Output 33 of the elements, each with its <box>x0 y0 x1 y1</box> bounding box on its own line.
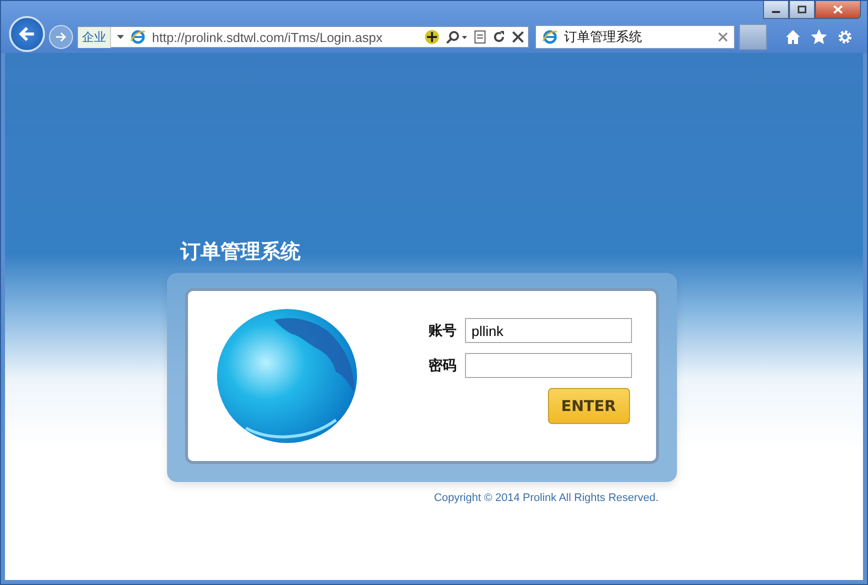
refresh-icon[interactable] <box>492 30 506 44</box>
close-button[interactable] <box>815 1 861 19</box>
maximize-icon <box>797 5 807 14</box>
copyright-text: Copyright © 2014 Prolink All Rights Reserved. <box>434 492 658 504</box>
close-icon <box>833 5 843 14</box>
tab-title: 订单管理系统 <box>564 28 643 46</box>
input-field[interactable] <box>464 353 632 378</box>
star-icon[interactable] <box>811 29 827 45</box>
maximize-button[interactable] <box>789 1 815 19</box>
address-bar[interactable]: 企业 http://prolink.sdtwl.com/iTms/Login.aspx <box>77 26 529 48</box>
browser-tab[interactable]: 订单管理系统 <box>535 25 735 49</box>
arrow-right-icon <box>55 32 67 42</box>
address-text: http://prolink.sdtwl.com/iTms/Login.aspx <box>152 30 384 44</box>
caret-icon <box>117 34 124 40</box>
settings-icon[interactable] <box>837 29 853 45</box>
page-title: 订单管理系统 <box>180 238 302 265</box>
browser-logo-icon <box>542 29 558 45</box>
search-icon[interactable] <box>446 30 468 44</box>
forward-button[interactable] <box>49 25 73 49</box>
enter-button[interactable]: ENTER <box>548 388 630 424</box>
back-button[interactable] <box>9 16 45 52</box>
arrow-left-icon <box>18 26 36 42</box>
input-field[interactable]: pllink <box>464 318 632 343</box>
field-label: 账号 <box>428 322 456 340</box>
close-icon[interactable] <box>718 32 728 42</box>
field-label: 密码 <box>428 356 456 374</box>
home-icon[interactable] <box>785 29 801 45</box>
stop-icon[interactable] <box>512 31 524 43</box>
compat-view-icon[interactable] <box>474 30 486 44</box>
browser-logo-icon <box>130 29 146 45</box>
zone-dropdown[interactable]: 企业 <box>78 26 111 48</box>
minimize-button[interactable] <box>763 1 789 19</box>
plus-circle-icon <box>424 29 440 45</box>
